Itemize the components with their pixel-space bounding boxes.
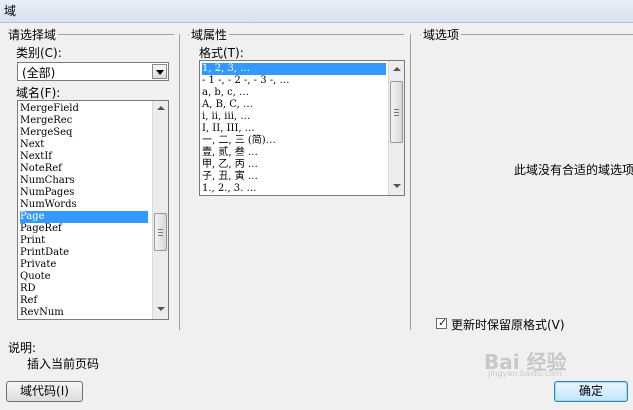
field-properties-group-title: 域属性 [189, 26, 230, 43]
format-item[interactable]: - 1 -, - 2 -, - 3 -, … [202, 75, 386, 87]
field-name-item[interactable]: NumWords [20, 199, 148, 211]
field-name-item[interactable]: Private [20, 259, 148, 271]
format-scrollbar[interactable] [388, 61, 404, 195]
field-name-item[interactable]: MergeRec [20, 115, 148, 127]
field-name-item[interactable]: MergeSeq [20, 127, 148, 139]
field-name-item[interactable]: PageRef [20, 223, 148, 235]
preserve-formatting-label[interactable]: 更新时保留原格式(V) [451, 316, 565, 333]
field-name-item[interactable]: Ref [20, 295, 148, 307]
field-name-item[interactable]: MergeField [20, 103, 148, 115]
format-item[interactable]: I, II, III, … [202, 123, 386, 135]
choose-field-group-title: 请选择域 [6, 26, 59, 43]
format-list[interactable]: 1, 2, 3, … - 1 -, - 2 -, - 3 -, … a, b, c,… [199, 60, 405, 196]
format-item[interactable]: 1., 2., 3. … [202, 183, 386, 195]
scroll-down-arrow-icon[interactable] [153, 302, 168, 317]
scroll-thumb[interactable] [154, 213, 167, 251]
field-name-item[interactable]: NumChars [20, 175, 148, 187]
ok-button[interactable]: 确定 [554, 381, 628, 402]
field-name-item[interactable]: Next [20, 139, 148, 151]
scroll-up-arrow-icon[interactable] [389, 62, 404, 77]
checkmark-icon: ✓ [438, 316, 448, 329]
format-item[interactable]: 1, 2, 3, … [202, 63, 386, 75]
scroll-thumb[interactable] [390, 81, 403, 143]
no-options-text: 此域没有合适的域选项 [514, 163, 633, 177]
format-item[interactable]: i, ii, iii, … [202, 111, 386, 123]
field-name-item[interactable]: Page [20, 211, 148, 223]
window-title: 域 [4, 4, 17, 18]
format-item[interactable]: A, B, C, … [202, 99, 386, 111]
field-codes-button[interactable]: 域代码(I) [6, 381, 83, 402]
watermark-sub: jingyan.baidu.com [488, 369, 562, 378]
description-text: 插入当前页码 [27, 357, 100, 371]
watermark-subtext: jingyan.baidu.com [488, 369, 562, 378]
chevron-down-icon[interactable] [152, 64, 167, 79]
format-item[interactable]: 壹, 贰, 叁 … [202, 147, 386, 159]
field-name-item[interactable]: RD [20, 283, 148, 295]
title-bar: 域 [0, 0, 633, 23]
field-name-item[interactable]: Quote [20, 271, 148, 283]
field-name-item[interactable]: Print [20, 235, 148, 247]
field-name-item[interactable]: RevNum [20, 307, 148, 319]
field-options-group-title: 域选项 [421, 26, 462, 43]
ok-button-label: 确定 [578, 384, 603, 398]
field-codes-button-label: 域代码(I) [20, 384, 69, 398]
format-item[interactable]: a, b, c, … [202, 87, 386, 99]
field-names-list[interactable]: MergeField MergeRec MergeSeq Next NextIf Note… [17, 100, 169, 320]
format-item[interactable]: 一, 二, 三 (简)… [202, 135, 386, 147]
description-label: 说明: [8, 341, 37, 355]
field-names-scrollbar[interactable] [152, 101, 168, 319]
scroll-down-arrow-icon[interactable] [389, 179, 404, 194]
field-name-item[interactable]: PrintDate [20, 247, 148, 259]
format-label: 格式(T): [199, 46, 244, 60]
field-name-item[interactable]: NextIf [20, 151, 148, 163]
field-names-label: 域名(F): [16, 86, 61, 100]
scroll-up-arrow-icon[interactable] [153, 101, 168, 116]
field-properties-separator [410, 34, 411, 330]
category-label: 类别(C): [16, 46, 62, 60]
category-select[interactable]: (全部) [17, 62, 169, 81]
field-name-item[interactable]: NoteRef [20, 163, 148, 175]
category-value: (全部) [22, 66, 56, 80]
format-item[interactable]: 子, 丑, 寅 … [202, 171, 386, 183]
format-item[interactable]: 甲, 乙, 丙 … [202, 159, 386, 171]
preserve-formatting-checkbox[interactable]: ✓ [436, 316, 448, 329]
choose-field-separator [179, 34, 180, 330]
field-name-item[interactable]: NumPages [20, 187, 148, 199]
